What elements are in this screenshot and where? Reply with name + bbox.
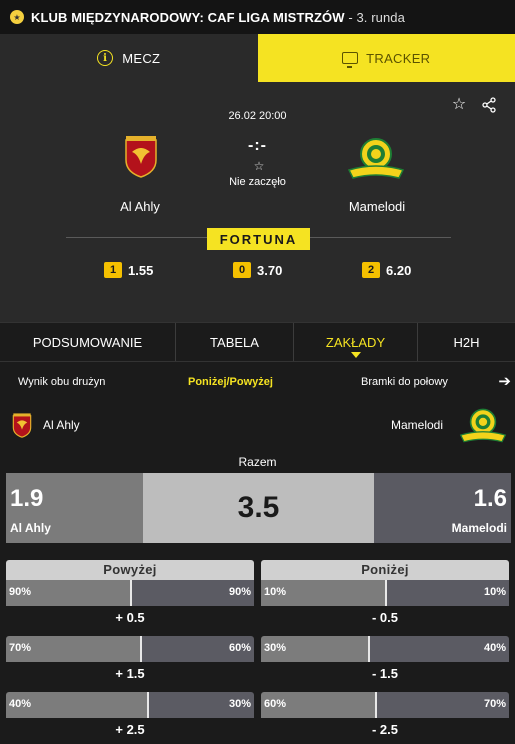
divider-left [66,237,207,238]
bet-tab-over-under[interactable]: Poniżej/Powyżej [188,376,273,388]
tab-tracker-label: TRACKER [366,50,431,66]
away-team-name[interactable]: Mamelodi [317,199,437,214]
competition-header[interactable]: ★ KLUB MIĘDZYNARODOWY: CAF LIGA MISTRZÓW… [0,0,515,34]
arrow-right-icon[interactable]: ➔ [498,372,511,390]
home-percentage: 10% [264,586,287,598]
home-percentage: 70% [9,642,32,654]
over-row: 70% 60% + 1.5 [6,632,254,688]
match-status: Nie zaczęło [229,176,286,188]
over-line-value: + 2.5 [115,722,145,737]
under-row: 10% 10% - 0.5 [261,580,509,632]
bookmaker-logo[interactable]: FORTUNA [207,228,310,250]
over-percentage-bar[interactable]: 90% 90% [6,580,254,606]
under-line-value: - 2.5 [371,722,398,737]
away-percentage: 10% [483,586,506,598]
over-row: 90% 90% + 0.5 [6,580,254,632]
under-line-value: - 0.5 [371,610,398,625]
away-team-label: Mamelodi [391,418,444,432]
competition-title: KLUB MIĘDZYNARODOWY: CAF LIGA MISTRZÓW -… [31,9,405,25]
odd-draw[interactable]: 0 3.70 [233,262,282,278]
tab-table-label: TABELA [210,334,259,350]
under-title: Poniżej [261,560,509,580]
tab-h2h[interactable]: H2H [418,323,515,361]
tab-h2h-label: H2H [453,334,480,350]
total-away-name: Mamelodi [451,521,507,535]
divider-right [310,237,451,238]
score-star-icon[interactable]: ☆ [252,159,266,173]
round-label: - 3. runda [344,9,405,25]
odd-draw-label: 0 [233,262,251,278]
odd-away-label: 2 [362,262,380,278]
odd-draw-value: 3.70 [257,262,283,278]
total-market: 1.9 Al Ahly 3.5 1.6 Mamelodi [6,473,511,543]
mamelodi-logo-icon [347,138,405,179]
info-icon: i [97,50,114,66]
home-percentage: 60% [264,698,287,710]
detail-tabs: PODSUMOWANIE TABELA ZAKŁADY H2H [0,322,515,362]
under-percentage-bar[interactable]: 30% 40% [261,636,509,662]
tab-summary[interactable]: PODSUMOWANIE [0,323,176,361]
tab-bets[interactable]: ZAKŁADY [294,323,418,361]
match-datetime: 26.02 20:00 [228,110,287,122]
away-percentage: 60% [228,642,251,654]
away-percentage: 70% [483,698,506,710]
teams-row: Al Ahly Mamelodi [0,404,515,446]
under-line-value: - 1.5 [371,666,398,681]
match-card: ☆ 26.02 20:00 -:- ☆ Nie zaczęło Al Ahly … [0,82,515,322]
odd-home-label: 1 [104,262,122,278]
home-team-label: Al Ahly [43,418,80,432]
home-percentage: 40% [9,698,32,710]
home-percentage: 30% [264,642,287,654]
total-home-odd: 1.9 [10,485,44,512]
under-column: Poniżej 10% 10% - 0.5 30% 40% - 1.5 60% 70% - … [261,560,509,744]
total-line: 3.5 [143,473,374,543]
tab-bets-label: ZAKŁADY [325,334,386,350]
home-percentage: 90% [9,586,32,598]
tab-summary-label: PODSUMOWANIE [32,334,143,350]
total-line-value: 3.5 [237,491,280,524]
away-percentage: 30% [228,698,251,710]
bet-type-tabs: Wynik obu drużyn Poniżej/Powyżej Bramki … [0,372,515,394]
total-away-odd: 1.6 [473,485,507,512]
over-row: 40% 30% + 2.5 [6,688,254,744]
over-line-value: + 1.5 [115,666,145,681]
over-percentage-bar[interactable]: 70% 60% [6,636,254,662]
total-label: Razem [238,455,277,469]
total-home-name: Al Ahly [10,521,51,535]
al-ahly-small-logo-icon [12,413,32,438]
under-row: 30% 40% - 1.5 [261,632,509,688]
home-team-name[interactable]: Al Ahly [80,199,200,214]
match-score: -:- [248,137,267,154]
tab-match[interactable]: i MECZ [0,34,258,82]
league-icon: ★ [10,10,24,24]
bet-tab-half-goals[interactable]: Bramki do połowy [361,376,448,388]
over-line-value: + 0.5 [115,610,145,625]
odd-home[interactable]: 1 1.55 [104,262,153,278]
top-tabs: i MECZ TRACKER [0,34,515,82]
under-row: 60% 70% - 2.5 [261,688,509,744]
under-percentage-bar[interactable]: 10% 10% [261,580,509,606]
tv-icon [342,52,359,68]
odd-home-value: 1.55 [128,262,154,278]
odd-away[interactable]: 2 6.20 [362,262,411,278]
tab-table[interactable]: TABELA [176,323,294,361]
over-column: Powyżej 90% 90% + 0.5 70% 60% + 1.5 40% 30% + … [6,560,254,744]
over-percentage-bar[interactable]: 40% 30% [6,692,254,718]
tab-tracker[interactable]: TRACKER [257,34,515,82]
tab-match-label: MECZ [122,50,161,66]
over-title: Powyżej [6,560,254,580]
away-percentage: 90% [228,586,251,598]
mamelodi-small-logo-icon [459,408,507,443]
away-percentage: 40% [483,642,506,654]
bet-tab-both-teams[interactable]: Wynik obu drużyn [18,376,105,388]
total-away-option[interactable]: 1.6 Mamelodi [374,473,511,543]
under-percentage-bar[interactable]: 60% 70% [261,692,509,718]
odd-away-value: 6.20 [386,262,412,278]
total-home-option[interactable]: 1.9 Al Ahly [6,473,143,543]
